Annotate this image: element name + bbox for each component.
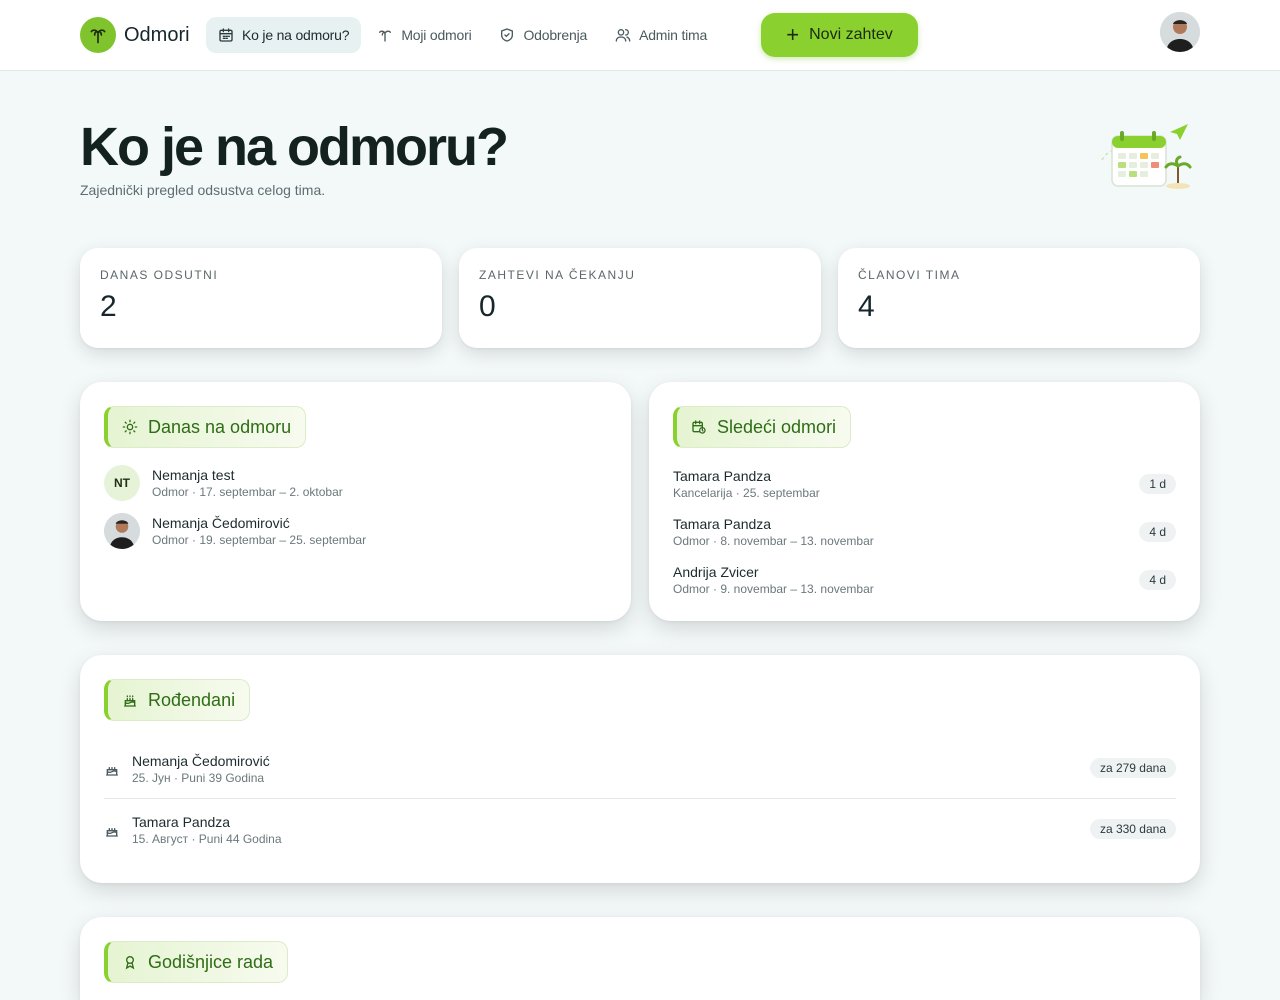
stat-label: DANAS ODSUTNI [100, 268, 219, 282]
brand[interactable]: Odmori [80, 17, 190, 53]
calendar-illustration-icon [1098, 120, 1192, 190]
vacation-detail: Kancelarija · 25. septembar [673, 486, 820, 500]
duration-badge: 4 d [1139, 522, 1176, 542]
list-item[interactable]: Nemanja Čedomirović 25. Јун · Puni 39 Go… [104, 751, 1176, 801]
stat-value: 2 [100, 290, 117, 323]
upcoming-vacations-header: Sledeći odmori [673, 406, 852, 448]
nav-item-my-vacations[interactable]: Moji odmori [365, 17, 483, 53]
stat-card-pending-requests: ZAHTEVI NA ČEKANJU 0 [459, 248, 821, 348]
person-name: Nemanja test [152, 467, 235, 483]
upcoming-vacations-panel: Sledeći odmori Tamara Pandza Kancelarija… [649, 382, 1200, 621]
panel-title: Sledeći odmori [717, 416, 837, 437]
nav-item-who-is-off[interactable]: Ko je na odmoru? [206, 17, 362, 53]
calendar-clock-icon [692, 420, 706, 434]
main-nav: Ko je na odmoru? Moji odmori Odobrenja A… [206, 17, 723, 53]
list-item[interactable]: Nemanja Čedomirović Odmor · 19. septemba… [104, 513, 366, 549]
duration-badge: 1 d [1139, 474, 1176, 494]
work-anniversaries-header: Godišnjice rada [104, 941, 289, 983]
stat-label: ČLANOVI TIMA [858, 268, 961, 282]
person-name: Tamara Pandza [673, 468, 772, 484]
calendar-icon [219, 28, 233, 42]
users-icon [615, 29, 631, 42]
shield-check-icon [501, 28, 514, 42]
panel-title: Danas na odmoru [148, 416, 292, 437]
brand-name: Odmori [124, 23, 190, 46]
stat-value: 4 [858, 290, 875, 323]
nav-item-approvals[interactable]: Odobrenja [487, 17, 599, 53]
sun-icon [122, 419, 138, 435]
countdown-badge: za 279 dana [1089, 758, 1176, 778]
nav-item-team-admin[interactable]: Admin tima [603, 17, 719, 53]
cake-icon [106, 767, 118, 776]
new-request-button[interactable]: + Novi zahtev [761, 13, 918, 57]
divider [104, 798, 1176, 799]
nav-item-label: Moji odmori [401, 27, 472, 43]
page-subtitle: Zajednički pregled odsustva celog tima. [80, 182, 326, 198]
nav-item-label: Odobrenja [523, 27, 588, 43]
stat-card-absent-today: DANAS ODSUTNI 2 [80, 248, 442, 348]
person-name: Nemanja Čedomirović [152, 515, 290, 531]
stat-label: ZAHTEVI NA ČEKANJU [479, 268, 636, 282]
award-icon [125, 956, 135, 970]
person-name: Tamara Pandza [132, 814, 231, 830]
birthday-detail: 15. Август · Puni 44 Godina [132, 832, 282, 846]
plus-icon: + [786, 22, 800, 47]
birthdays-panel: Rođendani Nemanja Čedomirović 25. Јун · … [80, 655, 1200, 883]
nav-item-label: Ko je na odmoru? [242, 27, 350, 43]
list-item[interactable]: NT Nemanja test Odmor · 17. septembar – … [104, 465, 343, 501]
list-item[interactable]: Andrija Zvicer Odmor · 9. novembar – 13.… [673, 564, 1176, 596]
birthdays-header: Rođendani [104, 679, 251, 721]
stat-card-team-members: ČLANOVI TIMA 4 [838, 248, 1200, 348]
list-item[interactable]: Tamara Pandza 15. Август · Puni 44 Godin… [104, 812, 1176, 862]
page-title: Ko je na odmoru? [80, 117, 509, 177]
vacation-detail: Odmor · 19. septembar – 25. septembar [152, 533, 367, 547]
duration-badge: 4 d [1139, 570, 1176, 590]
vacation-detail: Odmor · 17. septembar – 2. oktobar [152, 485, 343, 499]
panel-title: Godišnjice rada [148, 951, 274, 972]
palm-icon [379, 30, 392, 42]
new-request-label: Novi zahtev [809, 26, 893, 43]
birthday-detail: 25. Јун · Puni 39 Godina [132, 771, 265, 785]
panel-title: Rođendani [148, 689, 236, 710]
top-navigation-bar: Odmori Ko je na odmoru? Moji odmori Odob… [0, 0, 1280, 71]
cake-icon [124, 695, 136, 707]
vacation-detail: Odmor · 9. novembar – 13. novembar [673, 582, 874, 596]
cake-icon [106, 828, 118, 837]
avatar: NT [104, 465, 140, 501]
avatar [104, 513, 140, 549]
vacation-detail: Odmor · 8. novembar – 13. novembar [673, 534, 874, 548]
work-anniversaries-panel: Godišnjice rada [80, 917, 1200, 1000]
list-item[interactable]: Tamara Pandza Kancelarija · 25. septemba… [673, 468, 1176, 500]
stat-value: 0 [479, 290, 496, 323]
countdown-badge: za 330 dana [1089, 819, 1176, 839]
person-name: Nemanja Čedomirović [132, 753, 270, 769]
person-name: Tamara Pandza [673, 516, 772, 532]
user-avatar[interactable] [1160, 12, 1200, 52]
today-on-vacation-header: Danas na odmoru [104, 406, 307, 448]
today-on-vacation-panel: Danas na odmoru NT Nemanja test Odmor · … [80, 382, 631, 621]
nav-item-label: Admin tima [639, 27, 708, 43]
palm-logo-icon [80, 17, 116, 53]
list-item[interactable]: Tamara Pandza Odmor · 8. novembar – 13. … [673, 516, 1176, 548]
person-name: Andrija Zvicer [673, 564, 759, 580]
